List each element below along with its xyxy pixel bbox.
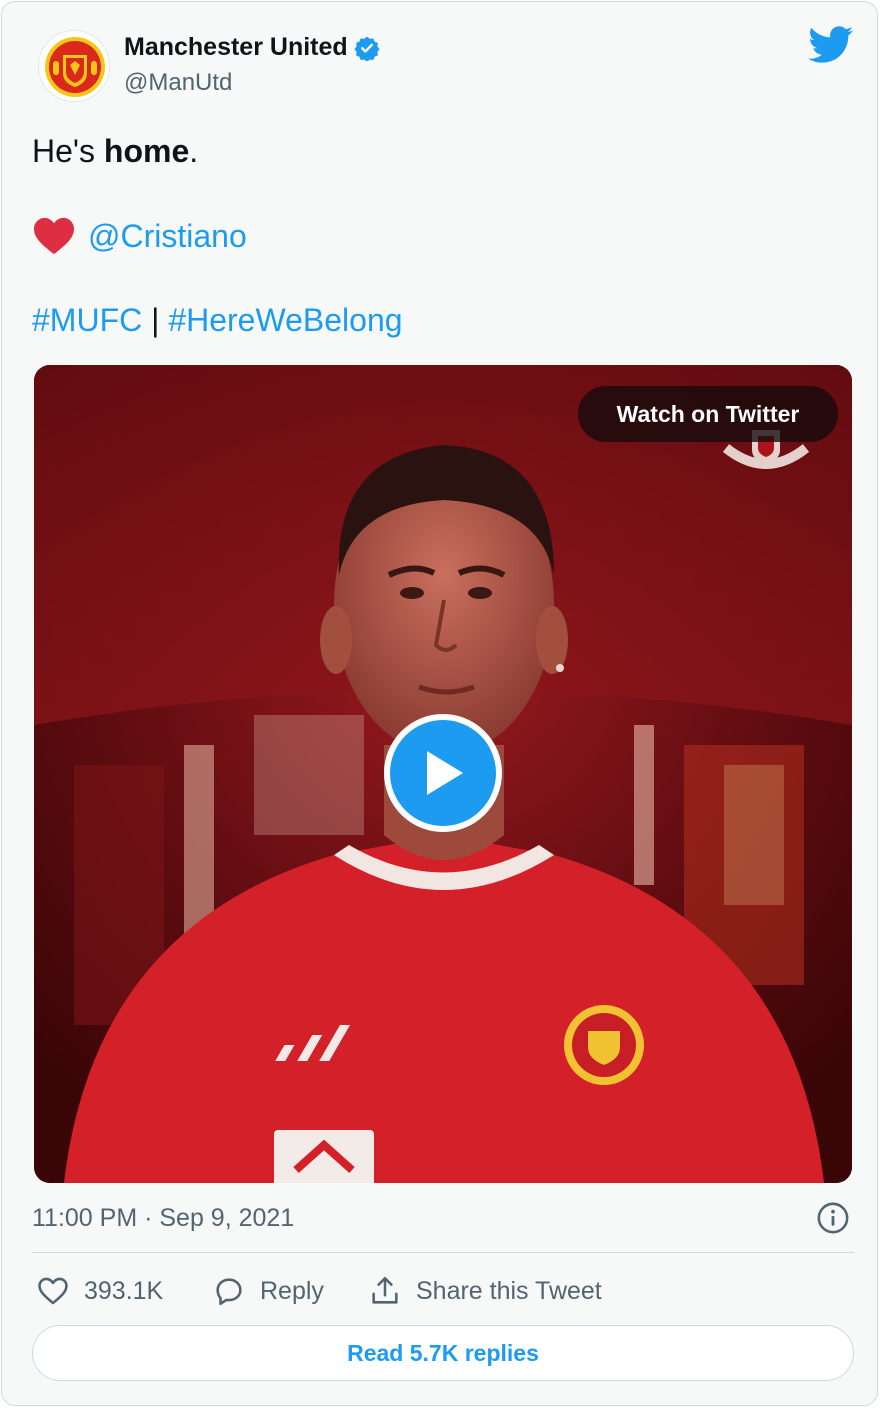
display-name-text: Manchester United <box>124 33 348 61</box>
heart-outline-icon <box>38 1277 68 1305</box>
hashtag-link-mufc[interactable]: #MUFC <box>32 302 142 338</box>
reply-bubble-icon <box>216 1278 242 1306</box>
video-player[interactable]: Watch on Twitter <box>34 365 852 1183</box>
play-button[interactable] <box>384 714 502 832</box>
tweet-card: Manchester United @ManUtd He's home. @Cr… <box>1 1 878 1406</box>
tweet-text-suffix: . <box>189 133 199 169</box>
hashtag-separator: | <box>151 302 160 338</box>
reply-label: Reply <box>260 1276 324 1305</box>
heart-emoji-icon <box>34 217 74 255</box>
avatar[interactable] <box>38 30 110 102</box>
tweet-text-bold: home <box>103 133 190 169</box>
hashtag-link-herewebelong[interactable]: #HereWeBelong <box>168 302 402 338</box>
tweet-text-line3: #MUFC | #HereWeBelong <box>32 302 403 339</box>
tweet-text-line2: @Cristiano <box>32 216 247 256</box>
mention-link[interactable]: @Cristiano <box>88 218 247 255</box>
share-upload-icon <box>372 1276 398 1304</box>
reply-button[interactable]: Reply <box>212 1270 324 1312</box>
share-button[interactable]: Share this Tweet <box>368 1270 602 1312</box>
tweet-timestamp[interactable]: 11:00 PM · Sep 9, 2021 <box>32 1204 294 1233</box>
twitter-bird-icon[interactable] <box>808 26 854 64</box>
like-button[interactable]: 393.1K <box>36 1270 163 1312</box>
verified-badge-icon <box>354 36 380 61</box>
divider <box>32 1252 854 1253</box>
display-name[interactable]: Manchester United <box>124 33 380 62</box>
manutd-crest-icon <box>45 37 105 97</box>
like-count: 393.1K <box>84 1276 164 1305</box>
tweet-text-line1: He's home. <box>32 133 198 170</box>
play-icon <box>427 751 463 795</box>
read-replies-button[interactable]: Read 5.7K replies <box>32 1325 854 1381</box>
watch-on-twitter-button[interactable]: Watch on Twitter <box>578 386 838 442</box>
share-label: Share this Tweet <box>416 1276 602 1305</box>
tweet-text-prefix: He's <box>32 133 104 169</box>
user-handle[interactable]: @ManUtd <box>124 69 232 97</box>
info-icon[interactable] <box>816 1201 850 1235</box>
